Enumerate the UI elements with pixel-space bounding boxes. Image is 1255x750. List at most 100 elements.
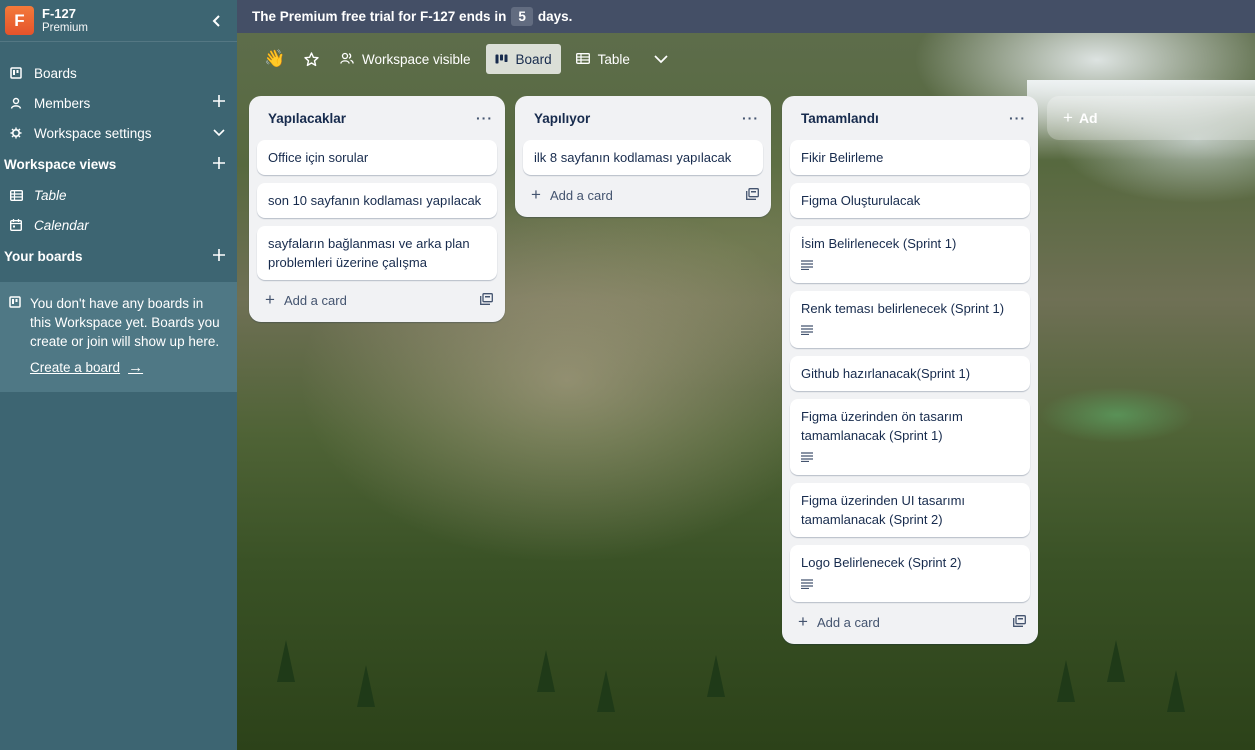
expand-settings-button[interactable]: [211, 124, 227, 142]
card[interactable]: Logo Belirlenecek (Sprint 2): [790, 545, 1030, 602]
card-title: Figma üzerinden ön tasarım tamamlanacak …: [801, 409, 963, 443]
board-icon: [9, 294, 21, 376]
card-title: ilk 8 sayfanın kodlaması yapılacak: [534, 150, 732, 165]
workspace-plan: Premium: [42, 21, 89, 34]
section-title: Workspace views: [4, 156, 117, 172]
trial-banner-suffix: days.: [537, 9, 573, 24]
chevron-left-icon: [212, 14, 220, 27]
waving-hand-icon: 👋: [264, 49, 286, 68]
people-icon: [340, 52, 354, 67]
sidebar-item-label: Boards: [34, 65, 77, 81]
template-icon: [480, 292, 493, 305]
description-icon: [801, 576, 1019, 594]
person-icon: [9, 96, 23, 110]
ellipsis-icon: ···: [476, 110, 493, 126]
card-list: ilk 8 sayfanın kodlaması yapılacak: [515, 140, 771, 175]
template-icon: [746, 187, 759, 200]
template-card-button[interactable]: [480, 292, 493, 308]
card-title: Fikir Belirleme: [801, 150, 884, 165]
workspace-name[interactable]: F-127: [42, 6, 205, 21]
ellipsis-icon: ···: [742, 110, 759, 126]
star-board-button[interactable]: [295, 44, 327, 74]
table-icon: [575, 52, 590, 67]
workspace-header: F F-127 Premium: [0, 0, 237, 42]
add-card-button[interactable]: Add a card: [284, 293, 480, 308]
collapse-sidebar-button[interactable]: [205, 9, 229, 33]
plus-icon: +: [798, 612, 808, 631]
list-title[interactable]: Yapılacaklar: [268, 111, 476, 126]
add-card-button[interactable]: Add a card: [817, 615, 1013, 630]
tree-shape: [597, 670, 615, 712]
visibility-button[interactable]: Workspace visible: [331, 44, 480, 74]
card[interactable]: ilk 8 sayfanın kodlaması yapılacak: [523, 140, 763, 175]
list-menu-button[interactable]: ···: [476, 110, 493, 126]
list-footer: + Add a card: [249, 284, 505, 316]
list-footer: + Add a card: [515, 179, 771, 211]
board-view-tab[interactable]: Board: [485, 44, 561, 74]
list-title[interactable]: Tamamlandı: [801, 111, 1009, 126]
add-list-button[interactable]: + Ad: [1047, 96, 1255, 140]
plus-icon: +: [531, 185, 541, 204]
card-title: son 10 sayfanın kodlaması yapılacak: [268, 193, 482, 208]
description-icon: [801, 322, 1019, 340]
plus-icon: +: [1063, 108, 1073, 127]
card[interactable]: Renk teması belirlenecek (Sprint 1): [790, 291, 1030, 348]
tree-shape: [1057, 660, 1075, 702]
sidebar-item-boards[interactable]: Boards: [0, 58, 237, 88]
list-title[interactable]: Yapılıyor: [534, 111, 742, 126]
sidebar-item-table-view[interactable]: Table: [0, 180, 237, 210]
template-card-button[interactable]: [1013, 614, 1026, 630]
list-footer: + Add a card: [782, 606, 1038, 638]
template-card-button[interactable]: [746, 187, 759, 203]
plus-icon: [213, 95, 225, 107]
card-list: Office için sorular son 10 sayfanın kodl…: [249, 140, 505, 280]
sidebar-item-members[interactable]: Members: [0, 88, 237, 118]
card[interactable]: son 10 sayfanın kodlaması yapılacak: [257, 183, 497, 218]
board-icon: [9, 66, 23, 80]
table-view-tab[interactable]: Table: [567, 44, 639, 74]
calendar-icon: [9, 218, 23, 232]
add-card-button[interactable]: Add a card: [550, 188, 746, 203]
board-emoji-button[interactable]: 👋: [259, 44, 291, 74]
card[interactable]: Office için sorular: [257, 140, 497, 175]
sidebar-item-calendar-view[interactable]: Calendar: [0, 210, 237, 240]
card[interactable]: Figma üzerinden ön tasarım tamamlanacak …: [790, 399, 1030, 475]
sidebar-item-label: Calendar: [34, 217, 89, 233]
card[interactable]: sayfaların bağlanması ve arka plan probl…: [257, 226, 497, 280]
card[interactable]: Fikir Belirleme: [790, 140, 1030, 175]
tree-shape: [537, 650, 555, 692]
card-title: sayfaların bağlanması ve arka plan probl…: [268, 236, 470, 270]
add-board-button[interactable]: [211, 246, 227, 266]
trial-days-remaining: 5: [511, 7, 533, 26]
section-title: Your boards: [4, 248, 83, 264]
list-header: Yapılacaklar ···: [249, 96, 505, 140]
visibility-label: Workspace visible: [362, 51, 471, 67]
description-icon: [801, 257, 1019, 275]
create-board-link[interactable]: Create a board →: [30, 359, 143, 376]
tree-shape: [1167, 670, 1185, 712]
sidebar-item-label: Members: [34, 95, 91, 111]
card-list: Fikir Belirleme Figma Oluşturulacak İsim…: [782, 140, 1038, 602]
chevron-down-icon: [213, 129, 225, 137]
workspace-views-heading: Workspace views: [0, 148, 237, 180]
list-yapiliyor: Yapılıyor ··· ilk 8 sayfanın kodlaması y…: [515, 96, 771, 217]
more-views-button[interactable]: [645, 44, 677, 74]
sidebar: F F-127 Premium Boards Members Workspace…: [0, 0, 237, 750]
list-header: Tamamlandı ···: [782, 96, 1038, 140]
description-icon: [801, 449, 1019, 467]
card[interactable]: Figma Oluşturulacak: [790, 183, 1030, 218]
card[interactable]: İsim Belirlenecek (Sprint 1): [790, 226, 1030, 283]
sidebar-item-workspace-settings[interactable]: Workspace settings: [0, 118, 237, 148]
add-member-button[interactable]: [211, 94, 227, 112]
your-boards-heading: Your boards: [0, 240, 237, 272]
list-menu-button[interactable]: ···: [1009, 110, 1026, 126]
card[interactable]: Figma üzerinden UI tasarımı tamamlanacak…: [790, 483, 1030, 537]
create-board-label: Create a board: [30, 360, 121, 375]
workspace-logo[interactable]: F: [5, 6, 34, 35]
list-menu-button[interactable]: ···: [742, 110, 759, 126]
sidebar-nav: Boards Members Workspace settings Worksp…: [0, 42, 237, 392]
card[interactable]: Github hazırlanacak(Sprint 1): [790, 356, 1030, 391]
add-view-button[interactable]: [211, 154, 227, 174]
tree-shape: [1107, 640, 1125, 682]
card-title: Renk teması belirlenecek (Sprint 1): [801, 301, 1005, 316]
